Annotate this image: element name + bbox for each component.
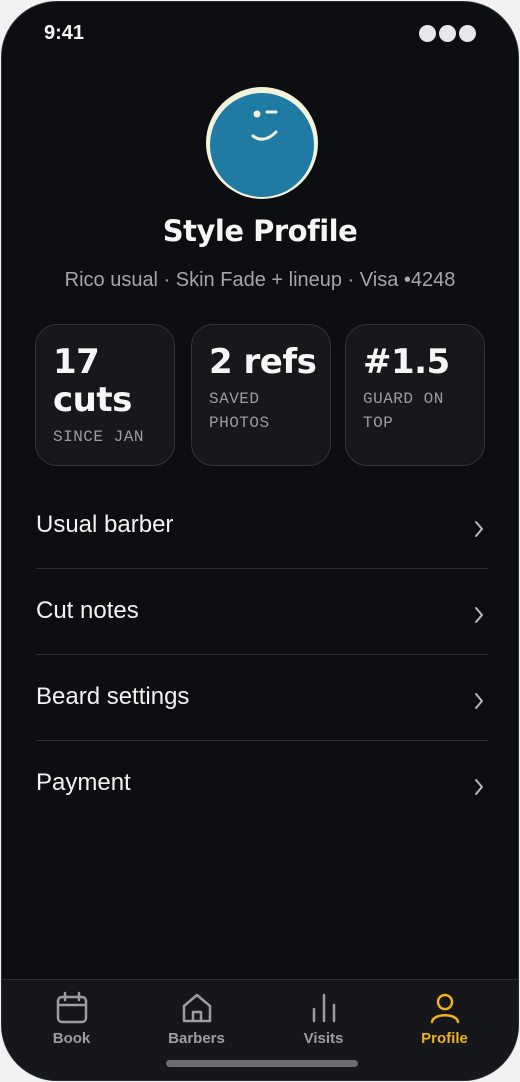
tab-barbers[interactable]: Barbers xyxy=(132,980,261,1060)
stat-value: 2 refs xyxy=(209,342,317,382)
tab-label: Barbers xyxy=(168,1030,225,1047)
tab-label: Visits xyxy=(303,1030,344,1047)
tab-label: Book xyxy=(52,1030,91,1047)
chevron-right-icon xyxy=(475,779,483,795)
chevron-right-icon xyxy=(475,693,483,709)
bar-chart-icon xyxy=(312,993,336,1023)
stat-label: SAVED PHOTOS xyxy=(209,390,270,432)
tab-book[interactable]: Book xyxy=(7,980,136,1060)
phone-screen: 9:41 Style Profile Rico usual · Skin Fad… xyxy=(1,1,519,1081)
tab-bar: Book Barbers Visits Profile xyxy=(2,979,518,1080)
menu-item-payment[interactable]: Payment xyxy=(36,745,488,831)
chevron-right-icon xyxy=(475,607,483,623)
person-icon xyxy=(430,993,460,1024)
chevron-right-icon xyxy=(475,521,483,537)
menu-item-usual-barber[interactable]: Usual barber xyxy=(36,487,488,573)
menu-item-label: Usual barber xyxy=(36,511,174,538)
stat-value: 17 cuts xyxy=(53,342,132,420)
menu-item-label: Payment xyxy=(36,769,131,796)
home-indicator[interactable] xyxy=(166,1060,358,1067)
page-title: Style Profile xyxy=(162,214,358,248)
menu-item-cut-notes[interactable]: Cut notes xyxy=(36,573,488,659)
profile-subtitle: Rico usual · Skin Fade + lineup · Visa •… xyxy=(64,269,456,291)
menu-item-beard-settings[interactable]: Beard settings xyxy=(36,659,488,745)
house-icon xyxy=(182,993,212,1023)
stat-card-guard: #1.5 GUARD ON TOP xyxy=(345,324,485,466)
tab-visits[interactable]: Visits xyxy=(259,980,388,1060)
divider xyxy=(36,568,488,569)
divider xyxy=(36,654,488,655)
stat-card-refs: 2 refs SAVED PHOTOS xyxy=(191,324,331,466)
status-time: 9:41 xyxy=(44,22,85,44)
stat-value: #1.5 xyxy=(363,342,450,382)
stat-label: GUARD ON TOP xyxy=(363,390,444,432)
tab-label: Profile xyxy=(421,1030,468,1047)
stat-card-cuts: 17 cuts SINCE JAN xyxy=(35,324,175,466)
avatar[interactable] xyxy=(206,87,318,199)
calendar-icon xyxy=(56,991,88,1024)
more-dots-icon[interactable] xyxy=(419,25,476,42)
menu-item-label: Cut notes xyxy=(36,597,139,624)
menu-item-label: Beard settings xyxy=(36,683,190,710)
divider xyxy=(36,740,488,741)
stat-label: SINCE JAN xyxy=(53,428,144,446)
tab-profile[interactable]: Profile xyxy=(380,980,509,1060)
